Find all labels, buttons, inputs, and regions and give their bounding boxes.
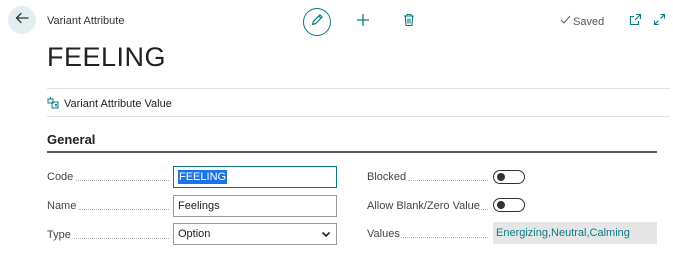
expand-icon	[653, 13, 666, 31]
trash-icon	[402, 13, 416, 32]
new-button[interactable]	[355, 13, 371, 32]
back-arrow-icon	[15, 11, 29, 30]
values-label: Values	[367, 228, 400, 240]
type-value: Option	[178, 228, 211, 240]
dot-leader	[401, 237, 488, 238]
name-label: Name	[47, 200, 77, 212]
variant-attribute-value-action[interactable]: Variant Attribute Value	[47, 96, 172, 112]
open-in-new-window-icon	[629, 13, 642, 31]
saved-label: Saved	[573, 15, 605, 28]
divider	[47, 88, 670, 89]
saved-status: Saved	[560, 15, 604, 28]
toggle-knob	[497, 173, 505, 181]
code-value: FEELING	[178, 170, 228, 184]
checkmark-icon	[560, 15, 571, 28]
blocked-label: Blocked	[367, 171, 407, 183]
values-field[interactable]: Energizing,Neutral,Calming	[493, 222, 657, 244]
name-field[interactable]: Feelings	[173, 195, 337, 217]
allow-blank-label: Allow Blank/Zero Value	[367, 200, 480, 212]
dot-leader	[74, 238, 169, 239]
dot-leader	[479, 209, 488, 210]
page-caption: Variant Attribute	[47, 15, 125, 27]
section-general-title[interactable]: General	[47, 132, 95, 147]
type-select[interactable]: Option	[173, 223, 337, 245]
pencil-icon	[310, 13, 324, 32]
edit-button[interactable]	[303, 8, 331, 36]
variant-attribute-value-label: Variant Attribute Value	[64, 98, 172, 110]
values-value: Energizing,Neutral,Calming	[496, 227, 630, 239]
dot-leader	[408, 180, 488, 181]
attribute-value-icon	[47, 96, 60, 112]
page-title: FEELING	[47, 42, 167, 72]
chevron-down-icon	[321, 229, 331, 242]
blocked-toggle[interactable]	[493, 170, 525, 184]
name-value: Feelings	[178, 200, 220, 212]
section-underline	[47, 151, 657, 153]
delete-button[interactable]	[401, 13, 417, 32]
divider	[47, 116, 670, 117]
dot-leader	[79, 209, 169, 210]
allow-blank-toggle[interactable]	[493, 198, 525, 212]
back-button[interactable]	[8, 6, 36, 34]
plus-icon	[356, 13, 370, 32]
code-label: Code	[47, 171, 74, 183]
code-field[interactable]: FEELING	[173, 166, 337, 188]
type-label: Type	[47, 229, 71, 241]
toggle-knob	[497, 201, 505, 209]
expand-button[interactable]	[651, 13, 667, 31]
dot-leader	[76, 180, 169, 181]
open-new-window-button[interactable]	[627, 13, 643, 31]
